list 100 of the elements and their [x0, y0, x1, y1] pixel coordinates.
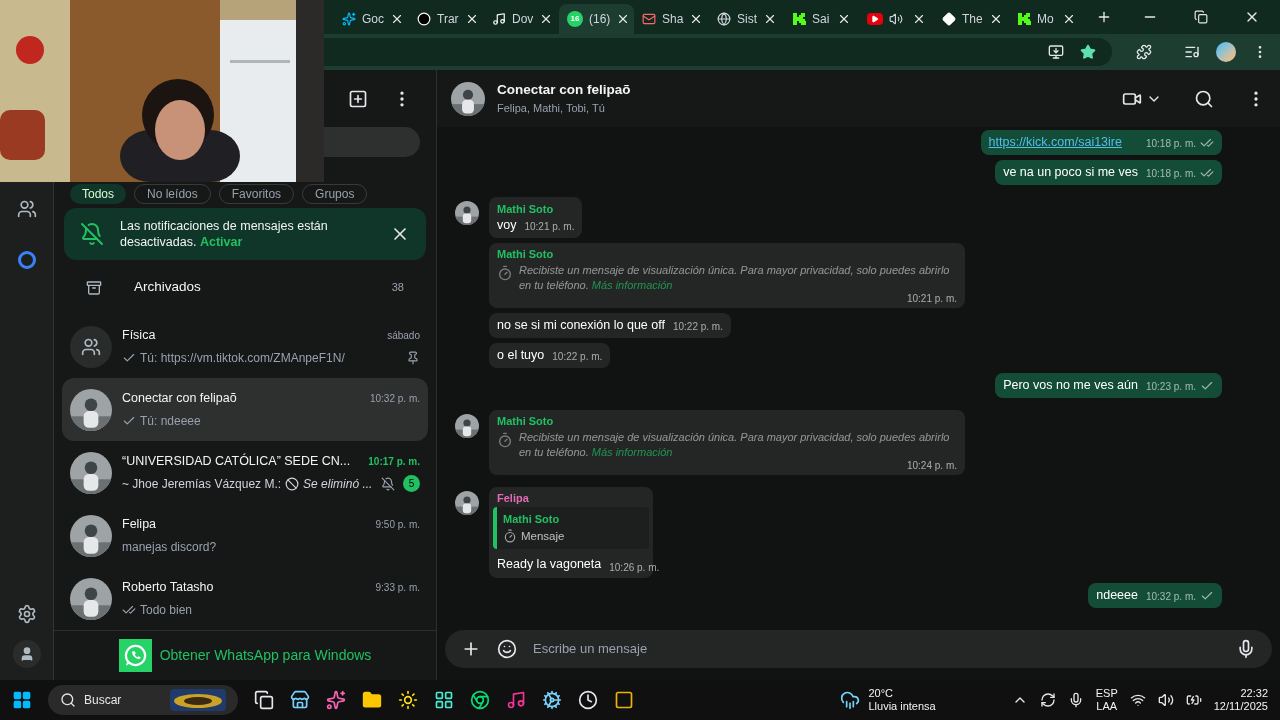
- clock[interactable]: 22:32 12/11/2025: [1213, 687, 1268, 713]
- input-language[interactable]: ESP LAA: [1095, 687, 1118, 713]
- chat-title: Conectar con felipaõ: [497, 81, 632, 100]
- chrome-icon[interactable]: [470, 690, 490, 710]
- folder-icon[interactable]: [362, 690, 382, 710]
- music-note-icon[interactable]: [506, 690, 526, 710]
- battery-icon[interactable]: [1185, 692, 1202, 708]
- communities-icon[interactable]: [16, 199, 37, 219]
- sun-icon[interactable]: [398, 690, 418, 710]
- activate-link[interactable]: Activar: [199, 235, 243, 249]
- chat-list-item[interactable]: “UNIVERSIDAD CATÓLICA” SEDE CN... 10:17 p. m. ~ Jhoe Jeremías Vázquez M.: Se eliminó ... 5: [62, 441, 428, 504]
- extensions-icon[interactable]: [1136, 44, 1152, 60]
- k-logo-icon: [1017, 12, 1031, 26]
- chat-name: Felipa: [122, 516, 158, 534]
- close-icon[interactable]: [912, 12, 926, 26]
- close-icon[interactable]: [763, 12, 777, 26]
- sender-name: Mathi Soto: [497, 414, 555, 428]
- gear-icon[interactable]: [542, 690, 562, 710]
- media-control-icon[interactable]: [1184, 44, 1200, 60]
- bell-off-icon: [80, 222, 104, 246]
- whatsapp-logo-icon: [118, 639, 152, 672]
- view-once-icon: [503, 529, 517, 544]
- message-time: 10:32 p. m.: [1145, 590, 1196, 603]
- browser-tab[interactable]: The: [934, 4, 1009, 34]
- view-once-icon: [497, 432, 513, 448]
- chat-name: Roberto Tatasho: [122, 579, 215, 597]
- chat-name: Física: [122, 327, 157, 345]
- globe-icon: [717, 12, 731, 26]
- sticker-icon[interactable]: [497, 639, 517, 659]
- sparkle-icon[interactable]: [326, 690, 346, 710]
- close-icon[interactable]: [837, 12, 851, 26]
- wifi-icon[interactable]: [1129, 692, 1146, 708]
- mail-icon: [642, 12, 656, 26]
- message-time: 10:24 p. m.: [906, 460, 957, 472]
- chat-list-item[interactable]: Conectar con felipaõ 10:32 p. m. Tú: ndeeee: [62, 378, 428, 441]
- chat-list-item[interactable]: Felipa 9:50 p. m. manejas discord?: [62, 504, 428, 567]
- message-time: 10:22 p. m.: [552, 351, 603, 363]
- close-icon[interactable]: [1062, 12, 1076, 26]
- install-icon[interactable]: [1048, 44, 1064, 60]
- search-field[interactable]: [324, 127, 420, 157]
- chat-time: 9:50 p. m.: [375, 518, 420, 532]
- weather-icon[interactable]: [840, 690, 861, 710]
- message-text: Recibiste un mensaje de visualización única. Para mayor privacidad, solo puedes abrirlo en tu teléfono. Más información: [519, 263, 951, 293]
- start-icon[interactable]: [12, 690, 32, 710]
- message-time: 10:22 p. m.: [672, 321, 723, 333]
- grid-icon[interactable]: [434, 690, 454, 710]
- chat-preview: Tú: ndeeee: [140, 412, 202, 430]
- chat-preview: Se eliminó ...: [303, 475, 373, 493]
- microphone-icon[interactable]: [1236, 639, 1256, 659]
- favicon-badge: 16: [567, 11, 583, 27]
- browser-tab[interactable]: Sha: [634, 4, 709, 34]
- search-icon: [60, 692, 76, 708]
- tab-title: Sai: [812, 11, 830, 28]
- settings-icon[interactable]: [16, 604, 37, 624]
- bookmark-star-icon[interactable]: [1080, 44, 1096, 60]
- more-info-link[interactable]: Más información: [591, 279, 673, 291]
- close-icon[interactable]: [390, 12, 404, 26]
- profile-avatar[interactable]: [1216, 42, 1236, 62]
- quoted-text: Mensaje: [521, 528, 565, 544]
- notification-text: Las notificaciones de mensajes están desactivadas. Activar: [120, 218, 329, 250]
- message-author: ~ Jhoe Jeremías Vázquez M.:: [122, 475, 282, 493]
- browser-tab[interactable]: 16 (16): [559, 4, 634, 34]
- browser-tab[interactable]: Goc: [334, 4, 409, 34]
- browser-tab[interactable]: Sai: [784, 4, 859, 34]
- taskbar-search[interactable]: Buscar: [48, 685, 238, 715]
- tab-title: The: [962, 11, 983, 28]
- chat-time: 9:33 p. m.: [375, 581, 420, 595]
- chat-list-item[interactable]: Física sábado Tú: https://vm.tiktok.com/ZMAnpeF1N/: [62, 315, 428, 378]
- browser-tab[interactable]: Dov: [484, 4, 559, 34]
- store-icon[interactable]: [290, 690, 310, 710]
- message-input[interactable]: Escribe un mensaje: [533, 639, 1220, 659]
- browser-tab[interactable]: Mo: [1009, 4, 1084, 34]
- sync-icon[interactable]: [1039, 692, 1056, 708]
- ai-ring-icon[interactable]: [17, 251, 36, 269]
- message-text: Ready la vagoneta: [497, 555, 602, 573]
- archived-row[interactable]: Archivados 38: [54, 260, 436, 315]
- profile-button[interactable]: [12, 640, 41, 668]
- restore-icon[interactable]: [1194, 10, 1208, 24]
- clock-icon[interactable]: [578, 690, 598, 710]
- search-icon[interactable]: [1194, 88, 1214, 109]
- volume-icon[interactable]: [1157, 692, 1174, 708]
- app-icon[interactable]: [614, 690, 634, 710]
- tab-title: Mo: [1037, 11, 1054, 28]
- chat-name: “UNIVERSIDAD CATÓLICA” SEDE CN...: [122, 452, 352, 471]
- tab-title: Dov: [512, 11, 534, 28]
- new-chat-icon[interactable]: [348, 88, 368, 109]
- more-info-link[interactable]: Más información: [591, 446, 673, 458]
- browser-tab[interactable]: Trar: [409, 4, 484, 34]
- chat-preview: manejas discord?: [122, 538, 218, 556]
- tab-title: Goc: [362, 11, 384, 28]
- message-link[interactable]: https://kick.com/sai13ire: [988, 135, 1122, 150]
- browser-tab[interactable]: Sist: [709, 4, 784, 34]
- message-text: voy: [497, 218, 517, 233]
- view-once-icon: [497, 265, 513, 281]
- chat-preview: Tú: https://vm.tiktok.com/ZMAnpeF1N/: [140, 349, 346, 367]
- message-text: ndeeee: [1096, 587, 1138, 603]
- message-composer[interactable]: Escribe un mensaje: [445, 630, 1272, 668]
- new-tab-icon[interactable]: [1096, 9, 1112, 25]
- chat-list-item[interactable]: Roberto Tatasho 9:33 p. m. Todo bien: [62, 567, 428, 630]
- filter-chip[interactable]: Todos: [70, 184, 127, 204]
